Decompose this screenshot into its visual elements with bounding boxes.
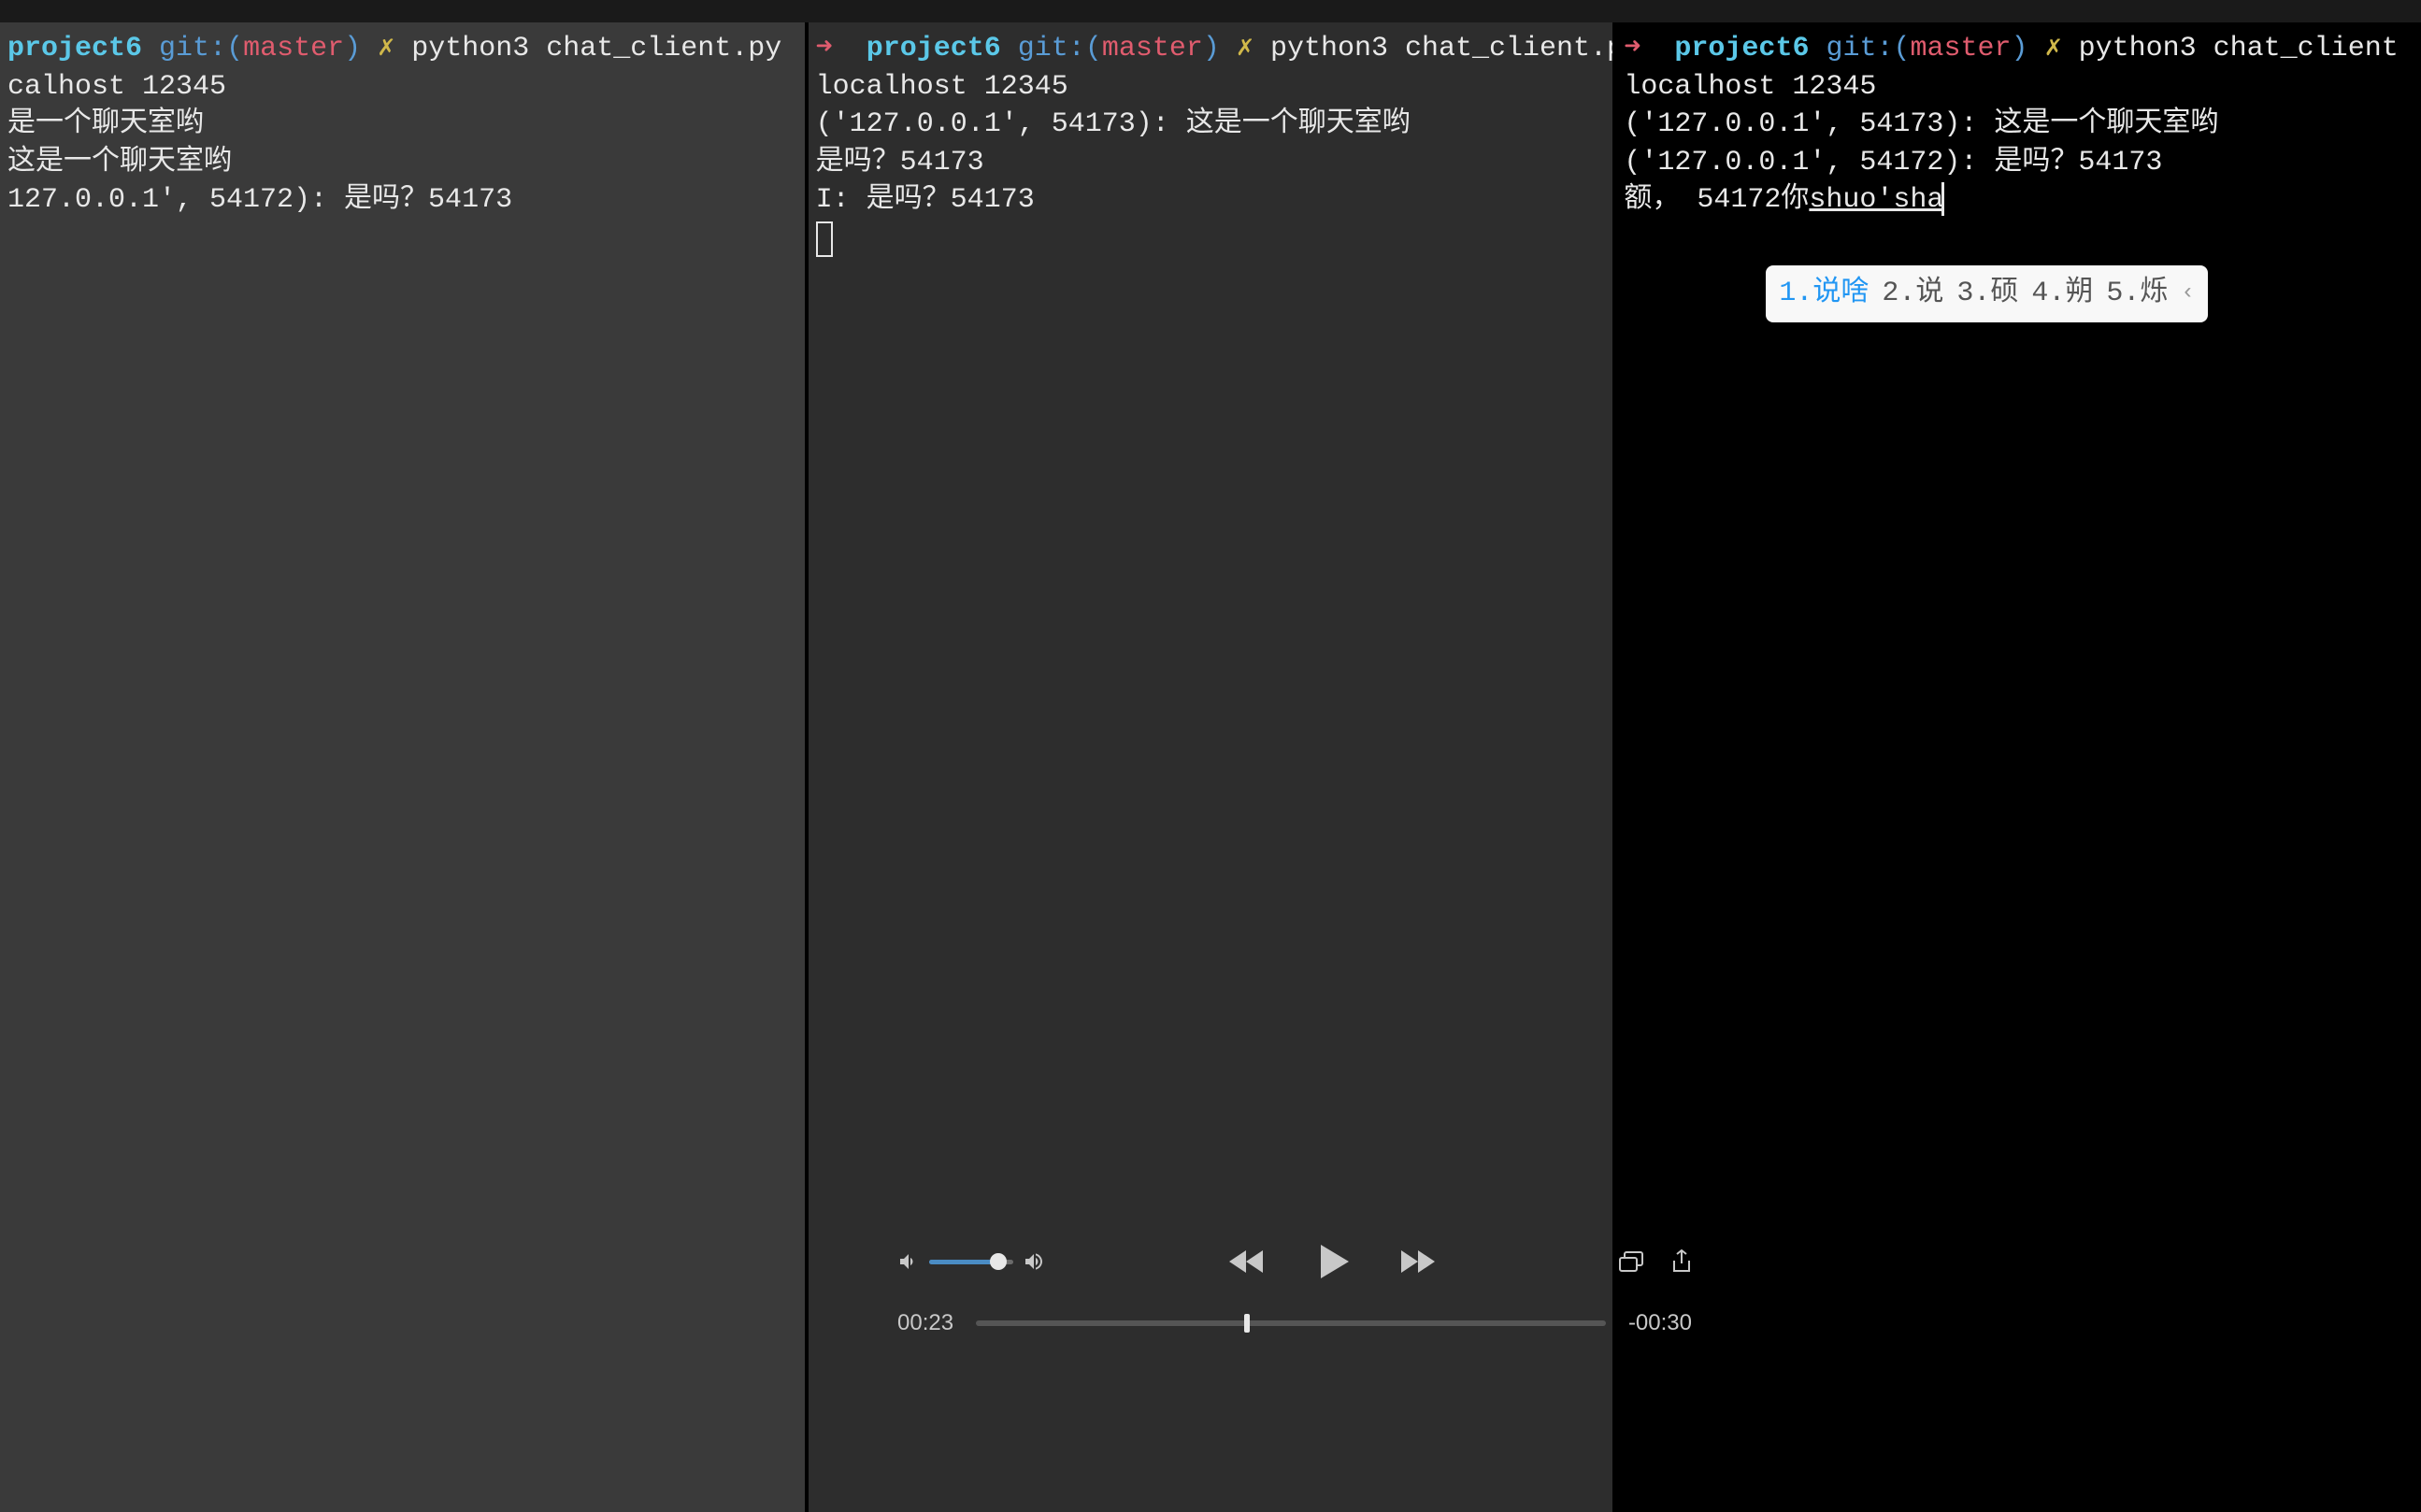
prompt-paren: ) xyxy=(2012,33,2028,64)
titlebar xyxy=(0,0,2421,22)
term-output-line: ('127.0.0.1', 54172): 是吗？54173 xyxy=(1624,144,2414,182)
cursor-block xyxy=(816,220,1606,258)
prompt-branch: master xyxy=(1911,33,2012,64)
share-button[interactable] xyxy=(1671,1249,1692,1274)
term-output-line: ('127.0.0.1', 54173): 这是一个聊天室哟 xyxy=(1624,106,2414,144)
terminal-pane-3[interactable]: ➜ project6 git:(master) ✗ python3 chat_c… xyxy=(1616,22,2421,1512)
term-input-line[interactable]: 额， 54172你shuo'sha xyxy=(1624,181,2414,220)
prompt-project: project6 xyxy=(7,33,142,64)
prompt-branch: master xyxy=(1102,33,1203,64)
play-button[interactable] xyxy=(1311,1241,1353,1282)
prompt-line: ➜ project6 git:(master) ✗ python3 chat_c… xyxy=(816,30,1606,68)
remaining-time: -00:30 xyxy=(1628,1310,1692,1336)
volume-thumb[interactable] xyxy=(990,1253,1007,1270)
prompt-line: ➜ project6 git:(master) ✗ python3 chat_c… xyxy=(1624,30,2414,68)
prompt-git-label: git: xyxy=(159,33,226,64)
term-output-line: 这是一个聊天室哟 xyxy=(7,144,797,182)
fast-forward-button[interactable] xyxy=(1399,1248,1437,1276)
input-prefix: 额， 54172你 xyxy=(1624,184,1809,216)
controls-row xyxy=(897,1241,1692,1282)
rewind-button[interactable] xyxy=(1227,1248,1265,1276)
progress-bar[interactable] xyxy=(976,1320,1606,1326)
prompt-command: python3 chat_client xyxy=(2079,33,2399,64)
term-output-line: 是一个聊天室哟 xyxy=(7,106,797,144)
prompt-git-label: git: xyxy=(1018,33,1085,64)
prompt-separator: ✗ xyxy=(2045,33,2062,64)
prompt-project: project6 xyxy=(1674,33,1809,64)
prompt-separator: ✗ xyxy=(1237,33,1253,64)
prompt-paren: ( xyxy=(1085,33,1102,64)
prompt-arrow: ➜ xyxy=(1624,33,1640,64)
prompt-git-label: git: xyxy=(1826,33,1893,64)
prompt-arrow: ➜ xyxy=(816,33,833,64)
transport-controls xyxy=(1227,1241,1437,1282)
text-cursor xyxy=(1941,182,1944,216)
current-time: 00:23 xyxy=(897,1310,953,1336)
term-output-line: calhost 12345 xyxy=(7,68,797,107)
term-output-line: 127.0.0.1', 54172): 是吗？54173 xyxy=(7,181,797,220)
term-output-line: I: 是吗？54173 xyxy=(816,181,1606,220)
prompt-paren: ( xyxy=(1893,33,1910,64)
volume-low-icon[interactable] xyxy=(897,1250,920,1273)
ime-composition: shuo'sha xyxy=(1809,184,1943,216)
terminal-pane-1[interactable]: project6 git:(master) ✗ python3 chat_cli… xyxy=(0,22,809,1512)
prompt-paren: ( xyxy=(226,33,243,64)
pip-button[interactable] xyxy=(1619,1251,1643,1272)
term-output-line: localhost 12345 xyxy=(1624,68,2414,107)
prompt-branch: master xyxy=(243,33,344,64)
volume-slider[interactable] xyxy=(929,1260,1013,1264)
prompt-paren: ) xyxy=(344,33,361,64)
prompt-line: project6 git:(master) ✗ python3 chat_cli… xyxy=(7,30,797,68)
ime-pager-prev[interactable]: ‹ xyxy=(2181,278,2194,308)
ime-candidate-1[interactable]: 1.说啥 xyxy=(1779,275,1869,313)
progress-row: 00:23 -00:30 xyxy=(897,1310,1692,1336)
prompt-separator: ✗ xyxy=(378,33,394,64)
term-output-line: 是吗？54173 xyxy=(816,144,1606,182)
volume-high-icon[interactable] xyxy=(1023,1250,1045,1273)
ime-candidate-popup[interactable]: 1.说啥 2.说 3.硕 4.朔 5.烁 ‹ xyxy=(1766,265,2207,322)
volume-group xyxy=(897,1250,1045,1273)
term-output-line: ('127.0.0.1', 54173): 这是一个聊天室哟 xyxy=(816,106,1606,144)
video-controls-overlay: 00:23 -00:30 xyxy=(897,1241,1692,1344)
prompt-command: python3 chat_client.py xyxy=(411,33,781,64)
ime-candidate-5[interactable]: 5.烁 xyxy=(2106,275,2168,313)
prompt-project: project6 xyxy=(867,33,1001,64)
ime-candidate-4[interactable]: 4.朔 xyxy=(2031,275,2093,313)
ime-candidate-2[interactable]: 2.说 xyxy=(1882,275,1943,313)
right-controls xyxy=(1619,1249,1692,1274)
prompt-command: python3 chat_client.py xyxy=(1270,33,1616,64)
term-output-line: localhost 12345 xyxy=(816,68,1606,107)
progress-thumb[interactable] xyxy=(1244,1314,1250,1333)
prompt-paren: ) xyxy=(1203,33,1220,64)
ime-candidate-3[interactable]: 3.硕 xyxy=(1956,275,2018,313)
